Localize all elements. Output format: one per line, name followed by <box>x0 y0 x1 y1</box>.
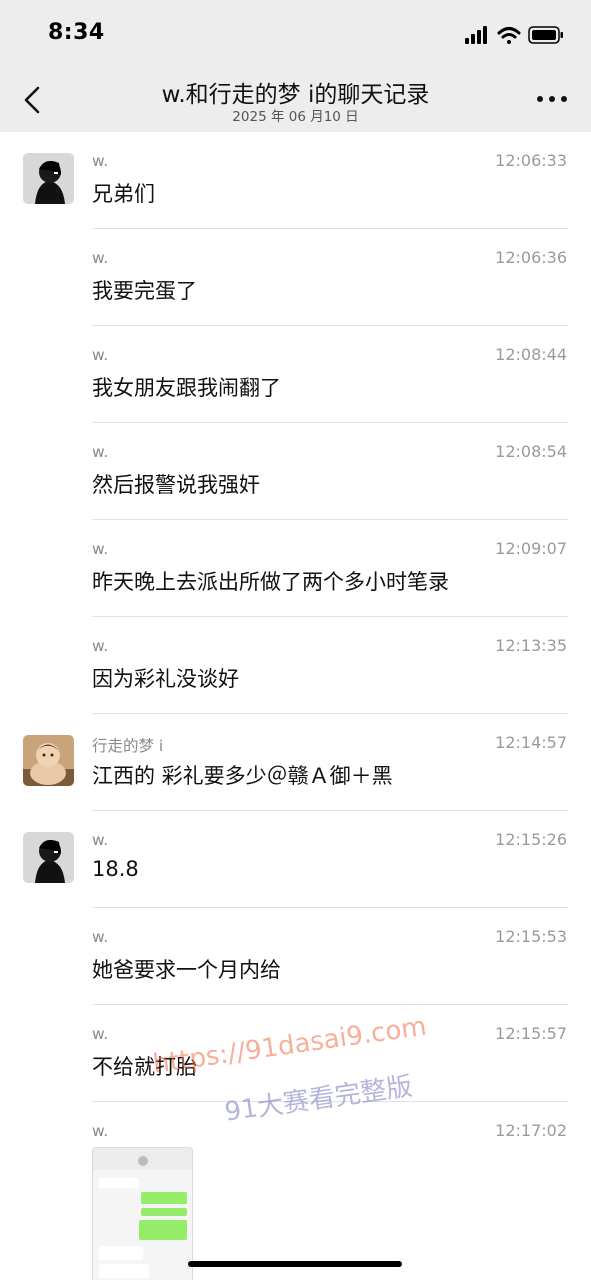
chevron-left-icon[interactable] <box>18 82 48 118</box>
chat-message: w. 12:09:07 昨天晚上去派出所做了两个多小时笔录 <box>0 520 591 617</box>
message-text: 兄弟们 <box>92 182 155 206</box>
sender-name: w. <box>92 346 109 364</box>
chat-message: w. 12:08:44 我女朋友跟我闹翻了 <box>0 326 591 423</box>
sender-name: 行走的梦 i <box>92 737 164 755</box>
message-text: 因为彩礼没谈好 <box>92 667 239 691</box>
sender-name: w. <box>92 831 109 849</box>
message-text: 然后报警说我强奸 <box>92 473 260 497</box>
home-indicator[interactable] <box>188 1261 402 1267</box>
message-text: 昨天晚上去派出所做了两个多小时笔录 <box>92 570 449 594</box>
message-text: 江西的 彩礼要多少＠赣Ａ御＋黑 <box>92 764 393 788</box>
chat-message: w. 12:15:26 18.8 <box>0 811 591 908</box>
chat-message: w. 12:17:02 <box>0 1102 591 1280</box>
sender-name: w. <box>92 249 109 267</box>
message-time: 12:06:33 <box>495 151 567 170</box>
sender-name: w. <box>92 637 109 655</box>
message-text: 我女朋友跟我闹翻了 <box>92 376 281 400</box>
more-dots-icon[interactable] <box>537 94 567 104</box>
avatar-w[interactable] <box>23 153 74 204</box>
screenshot-image-thumbnail[interactable] <box>92 1147 193 1280</box>
message-text: 我要完蛋了 <box>92 279 197 303</box>
status-icons <box>465 26 563 44</box>
message-time: 12:09:07 <box>495 539 567 558</box>
sender-name: w. <box>92 928 109 946</box>
nav-bar: w.和行走的梦 i的聊天记录 2025 年 06 月10 日 <box>0 70 591 132</box>
message-text: 她爸要求一个月内给 <box>92 958 281 982</box>
message-text: 18.8 <box>92 857 139 881</box>
page-subtitle-date: 2025 年 06 月10 日 <box>232 109 359 125</box>
message-time: 12:17:02 <box>495 1121 567 1140</box>
sender-name: w. <box>92 443 109 461</box>
sender-name: w. <box>92 540 109 558</box>
chat-message: 行走的梦 i 12:14:57 江西的 彩礼要多少＠赣Ａ御＋黑 <box>0 714 591 811</box>
message-time: 12:06:36 <box>495 248 567 267</box>
message-time: 12:15:57 <box>495 1024 567 1043</box>
message-time: 12:08:44 <box>495 345 567 364</box>
sender-name: w. <box>92 152 109 170</box>
status-bar: 8:34 <box>0 0 591 70</box>
chat-message: w. 12:15:53 她爸要求一个月内给 <box>0 908 591 1005</box>
avatar-xingzoudemeng[interactable] <box>23 735 74 786</box>
signal-icon <box>465 26 487 44</box>
chat-message: w. 12:13:35 因为彩礼没谈好 <box>0 617 591 714</box>
message-time: 12:14:57 <box>495 733 567 752</box>
sender-name: w. <box>92 1025 109 1043</box>
page-title: w.和行走的梦 i的聊天记录 <box>161 82 430 108</box>
avatar-w[interactable] <box>23 832 74 883</box>
message-time: 12:13:35 <box>495 636 567 655</box>
sender-name: w. <box>92 1122 109 1140</box>
message-time: 12:15:26 <box>495 830 567 849</box>
message-time: 12:15:53 <box>495 927 567 946</box>
message-time: 12:08:54 <box>495 442 567 461</box>
battery-icon <box>528 26 563 44</box>
chat-message: w. 12:06:36 我要完蛋了 <box>0 229 591 326</box>
status-time: 8:34 <box>48 20 105 45</box>
wifi-icon <box>497 27 521 44</box>
chat-message: w. 12:06:33 兄弟们 <box>0 132 591 229</box>
chat-message: w. 12:08:54 然后报警说我强奸 <box>0 423 591 520</box>
